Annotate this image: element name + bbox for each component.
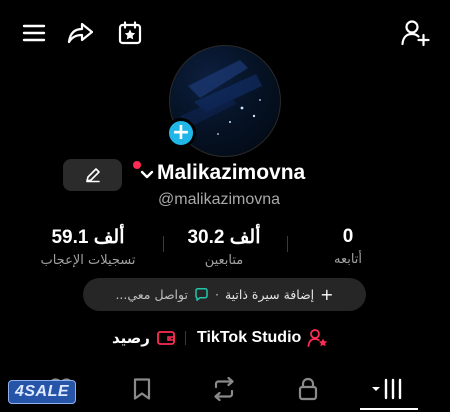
add-bio-link[interactable]: إضافة سيرة ذاتية: [225, 287, 314, 302]
repost-icon: [214, 377, 234, 401]
chevron-down-icon[interactable]: [139, 166, 155, 185]
pencil-icon: [85, 168, 100, 183]
balance-link[interactable]: رصيد: [112, 326, 176, 350]
followers-label: متابعين: [204, 253, 244, 268]
reposts-tab[interactable]: [204, 374, 244, 404]
add-friend-icon[interactable]: [400, 18, 430, 48]
likes-stat[interactable]: 59.1 ألف تسجيلات الإعجاب: [33, 226, 143, 268]
bookmark-icon: [133, 378, 151, 400]
likes-label: تسجيلات الإعجاب: [40, 253, 136, 268]
bio-separator: ·: [214, 287, 219, 302]
followers-count: 30.2 ألف: [187, 227, 261, 248]
watermark-logo: 4SALE: [8, 380, 76, 404]
following-count: 0: [342, 226, 354, 247]
tiktok-studio-label: TikTok Studio: [197, 329, 302, 346]
link-separator: [185, 331, 186, 345]
contact-link[interactable]: تواصل معي...: [115, 287, 188, 302]
edit-profile-button[interactable]: [63, 159, 122, 191]
active-tab-indicator: [360, 408, 418, 410]
add-avatar-button[interactable]: +: [166, 118, 196, 148]
following-label: أتابعه: [333, 252, 363, 267]
favorites-tab[interactable]: [122, 374, 162, 404]
following-stat[interactable]: 0 أتابعه: [293, 226, 403, 267]
chat-icon: [194, 287, 209, 302]
private-tab[interactable]: [288, 374, 328, 404]
lock-icon: [298, 377, 318, 401]
plus-icon: +: [320, 285, 334, 304]
user-handle: @malikazimovna: [158, 191, 281, 208]
stat-divider: [287, 236, 288, 252]
likes-count: 59.1 ألف: [51, 227, 125, 248]
person-star-icon: [307, 328, 329, 348]
followers-stat[interactable]: 30.2 ألف متابعين: [169, 226, 279, 268]
bio-pill[interactable]: + إضافة سيرة ذاتية · تواصل معي...: [83, 278, 366, 311]
stat-divider: [163, 236, 164, 252]
calendar-star-icon[interactable]: [115, 18, 145, 48]
grid-dropdown-icon: [372, 378, 402, 400]
wallet-icon: [156, 329, 176, 347]
menu-icon[interactable]: [19, 18, 49, 48]
share-icon[interactable]: [66, 18, 96, 48]
tiktok-studio-link[interactable]: TikTok Studio: [197, 326, 329, 350]
videos-tab[interactable]: [369, 374, 409, 404]
balance-label: رصيد: [112, 329, 150, 347]
username[interactable]: Malikazimovna: [157, 161, 305, 185]
